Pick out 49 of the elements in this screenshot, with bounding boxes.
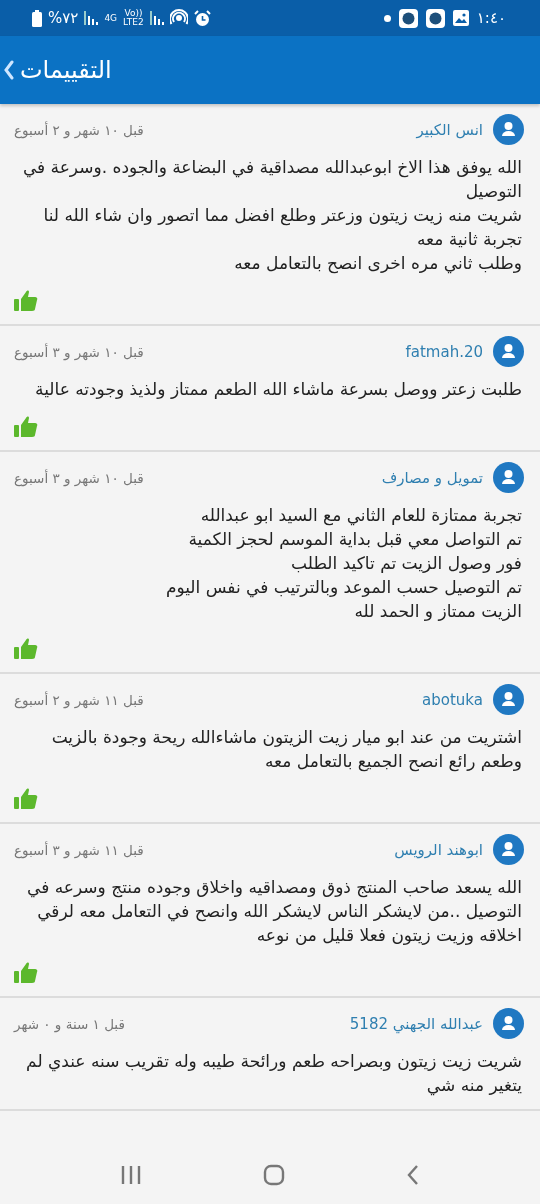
reviewer-name[interactable]: abotuka bbox=[422, 690, 483, 709]
reviewer-name[interactable]: ابوهند الرويس bbox=[394, 840, 483, 859]
review-text: طلبت زعتر ووصل بسرعة ماشاء الله الطعم ممتاز ولذيذ وجودته عالية bbox=[34, 378, 522, 401]
review-text: اشتريت من عند ابو ميار زيت الزيتون ماشاءالله ريحة وجودة بالزيت وطعم رائع انصح الجميع بالتعامل معه bbox=[50, 726, 522, 773]
recent-apps-icon[interactable] bbox=[120, 1165, 143, 1185]
signal-icon bbox=[149, 11, 164, 25]
home-icon[interactable] bbox=[263, 1164, 285, 1186]
back-icon[interactable] bbox=[405, 1164, 420, 1186]
avatar-icon bbox=[493, 834, 524, 865]
avatar-icon bbox=[493, 1008, 524, 1039]
review-text: شريت منه زيت زيتون وزعتر وطلع افضل مما اتصور وان شاء الله لنا تجربة ثانية معه bbox=[42, 204, 522, 251]
review-date: قبل ١٠ شهر و ٣ أسبوع bbox=[14, 469, 144, 486]
reviewer-name[interactable]: تمويل و مصارف bbox=[381, 468, 483, 487]
review-text: تجربة ممتازة للعام الثاني مع السيد ابو عبدالله bbox=[199, 504, 522, 527]
back-icon[interactable] bbox=[4, 60, 14, 80]
avatar-icon bbox=[493, 684, 524, 715]
avatar-icon bbox=[493, 114, 524, 145]
avatar-icon bbox=[493, 462, 524, 493]
reviewer-name[interactable]: fatmah.20 bbox=[405, 342, 483, 361]
review-text: الزيت ممتاز و الحمد لله bbox=[353, 600, 522, 623]
review-text: تم التواصل معي قبل بداية الموسم لحجز الكمية bbox=[187, 528, 522, 551]
reviewer-name[interactable]: انس الكبير bbox=[416, 120, 483, 139]
review-text: وطلب ثاني مره اخرى انصح بالتعامل معه bbox=[233, 252, 522, 275]
app-icon bbox=[398, 8, 418, 28]
review-date: قبل ١٠ شهر و ٢ أسبوع bbox=[14, 121, 144, 138]
review-text: تم التوصيل حسب الموعد وبالترتيب في نفس اليوم bbox=[164, 576, 522, 599]
page-title: التقييمات bbox=[20, 56, 112, 84]
reviewer-name[interactable]: عبدالله الجهني 5182 bbox=[349, 1014, 483, 1033]
lte-label: LTE2 bbox=[123, 18, 144, 27]
review-text: فور وصول الزيت تم تاكيد الطلب bbox=[290, 552, 522, 575]
signal-icon bbox=[84, 11, 99, 25]
review-text: شريت زيت زيتون وبصراحه طعم ورائحة طيبه وله تقريب سنه عندي لم يتغير منه شي bbox=[25, 1050, 522, 1097]
app-icon bbox=[425, 8, 445, 28]
battery-percent: %٧٢ bbox=[48, 9, 79, 27]
clock-time: ١:٤٠ bbox=[476, 9, 506, 27]
review-text: الله يسعد صاحب المنتج ذوق ومصداقيه واخلاق وجوده منتج وسرعه في التوصيل ..من لايشكر الناس لايشكر الله وانصح في التعامل معه لرقي اخلاقه وزيت زيتون فعلا قليل من نوعه bbox=[26, 876, 522, 947]
hotspot-icon bbox=[169, 9, 188, 27]
review-text: الله يوفق هذا الاخ ابوعبدالله مصداقية في البضاعة والجوده .وسرعة في التوصيل bbox=[21, 156, 522, 203]
image-icon bbox=[452, 10, 469, 26]
review-date: قبل ١٠ شهر و ٣ أسبوع bbox=[14, 343, 144, 360]
dot-icon bbox=[383, 14, 391, 22]
volte-label: Vo)) bbox=[124, 9, 143, 18]
review-date: قبل ١١ شهر و ٣ أسبوع bbox=[14, 841, 144, 858]
alarm-icon bbox=[193, 9, 211, 27]
review-date: قبل ١ سنة و ٠ شهر bbox=[14, 1015, 125, 1032]
review-date: قبل ١١ شهر و ٢ أسبوع bbox=[14, 691, 144, 708]
network-type: 4G bbox=[104, 13, 118, 23]
avatar-icon bbox=[493, 336, 524, 367]
battery-icon bbox=[32, 9, 42, 27]
